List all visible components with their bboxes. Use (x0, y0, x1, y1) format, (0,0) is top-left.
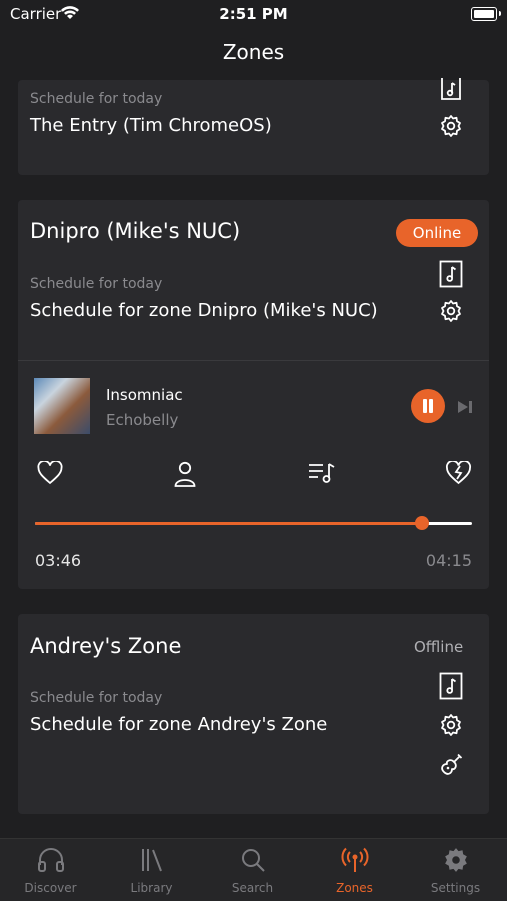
tab-library[interactable]: Library (101, 847, 202, 895)
schedule-label: Schedule for today (30, 276, 163, 292)
schedule-name: Schedule for zone Dnipro (Mike's NUC) (30, 300, 378, 321)
search-icon (240, 849, 266, 877)
status-label: Offline (414, 638, 464, 656)
divider (18, 360, 489, 361)
clock: 2:51 PM (219, 5, 288, 23)
schedule-label: Schedule for today (30, 91, 163, 107)
broadcast-icon (341, 847, 369, 877)
settings-gear-icon[interactable] (439, 299, 463, 327)
zone-card-dnipro[interactable]: Dnipro (Mike's NUC) Online Schedule for … (18, 200, 489, 589)
artist-icon[interactable] (174, 461, 196, 491)
tab-settings[interactable]: Settings (405, 847, 506, 895)
dislike-heart-icon[interactable] (445, 459, 472, 489)
tab-label: Library (130, 881, 173, 895)
page-title: Zones (222, 40, 285, 64)
duration-time: 04:15 (425, 551, 472, 570)
settings-gear-icon[interactable] (439, 713, 463, 741)
tab-label: Zones (336, 881, 373, 895)
music-note-icon[interactable] (439, 260, 463, 292)
elapsed-time: 03:46 (35, 551, 82, 570)
progress-knob[interactable] (414, 516, 429, 530)
tab-zones[interactable]: Zones (304, 847, 405, 895)
zone-name: Andrey's Zone (30, 634, 182, 658)
tab-search[interactable]: Search (202, 847, 303, 895)
guitar-icon[interactable] (439, 753, 463, 781)
music-note-icon[interactable] (439, 672, 463, 704)
headphones-icon (37, 848, 65, 877)
library-icon (139, 849, 165, 877)
progress-fill (35, 522, 422, 525)
settings-gear-icon[interactable] (439, 114, 463, 142)
tab-discover[interactable]: Discover (0, 847, 101, 895)
schedule-label: Schedule for today (30, 690, 163, 706)
zone-card-entry[interactable]: Schedule for today The Entry (Tim Chrome… (18, 78, 489, 175)
schedule-name: The Entry (Tim ChromeOS) (30, 115, 272, 136)
tab-label: Search (231, 881, 274, 895)
status-bar: Carrier 2:51 PM (0, 0, 507, 30)
pause-button[interactable] (411, 389, 445, 423)
music-note-icon[interactable] (439, 78, 463, 106)
tab-bar: Discover Library Search Zones Settings (0, 838, 507, 901)
track-artist: Echobelly (106, 411, 179, 429)
album-art (34, 378, 90, 434)
heart-icon[interactable] (37, 459, 63, 489)
track-title: Insomniac (106, 386, 183, 404)
status-badge: Online (396, 219, 478, 247)
tab-label: Discover (24, 881, 77, 895)
tab-label: Settings (430, 881, 481, 895)
skip-next-icon[interactable] (457, 399, 473, 418)
queue-music-icon[interactable] (308, 462, 336, 488)
zone-name: Dnipro (Mike's NUC) (30, 219, 241, 243)
schedule-name: Schedule for zone Andrey's Zone (30, 714, 328, 735)
gear-icon (443, 848, 469, 877)
progress-bar[interactable] (35, 516, 472, 530)
zone-card-andrey[interactable]: Andrey's Zone Offline Schedule for today… (18, 614, 489, 814)
battery-icon (471, 7, 497, 21)
